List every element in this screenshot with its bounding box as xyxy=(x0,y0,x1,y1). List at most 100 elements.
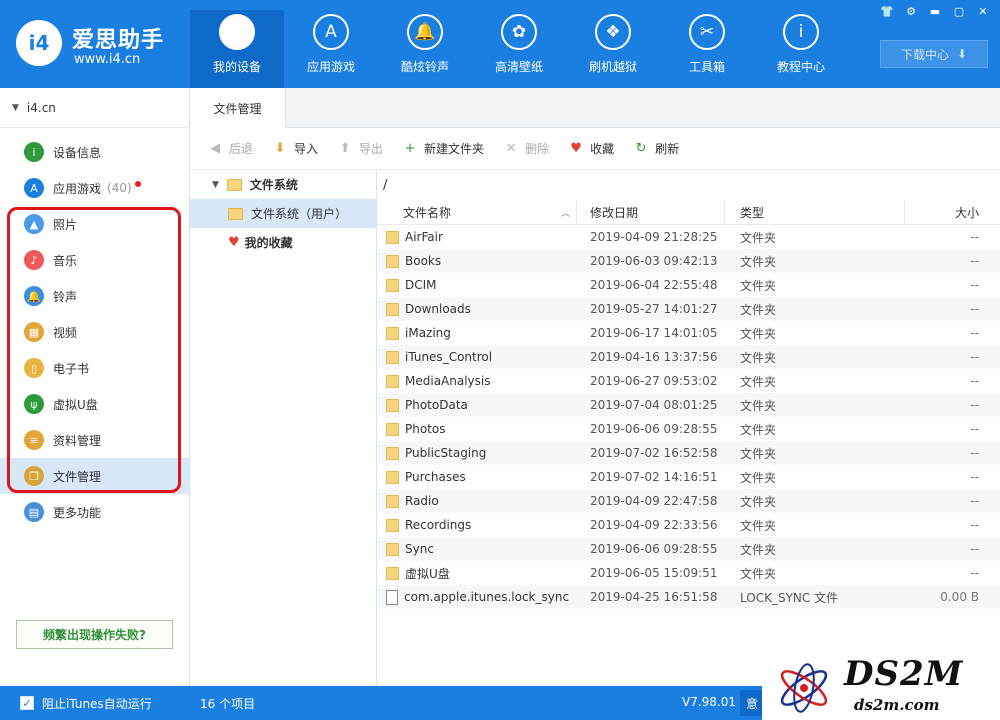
maximize-icon[interactable]: ▢ xyxy=(948,2,970,20)
sidebar-item-1[interactable]: A 应用游戏 (40) xyxy=(0,170,189,206)
cell-type: 文件夹 xyxy=(740,494,777,509)
skin-icon[interactable]: 👕 xyxy=(876,2,898,20)
table-row[interactable]: Books 2019-06-03 09:42:13 文件夹 -- xyxy=(377,249,1000,273)
download-icon: ⬇ xyxy=(956,47,968,61)
folder-icon xyxy=(386,350,399,364)
sidebar-item-10[interactable]: ▤ 更多功能 xyxy=(0,494,189,530)
logo-url: www.i4.cn xyxy=(74,52,141,67)
toolbar-button-0[interactable]: ◀ 后退 xyxy=(206,140,253,158)
cell-size: -- xyxy=(970,518,979,532)
current-path: / xyxy=(383,177,388,193)
minimize-icon[interactable]: ▬ xyxy=(924,2,946,20)
item-count: 16 个项目 xyxy=(200,697,256,711)
toolbar-button-6[interactable]: ↻ 刷新 xyxy=(632,140,679,158)
column-header-date[interactable]: 修改日期 xyxy=(577,199,725,225)
cell-type: 文件夹 xyxy=(740,542,777,557)
toolbar-button-label: 导出 xyxy=(359,142,384,156)
back-icon: ◀ xyxy=(210,141,220,156)
cell-name: iMazing xyxy=(377,321,577,345)
sidebar-item-2[interactable]: ▲ 照片 xyxy=(0,206,189,242)
folder-icon xyxy=(226,178,242,191)
sidebar-item-3[interactable]: ♪ 音乐 xyxy=(0,242,189,278)
sidebar-item-8[interactable]: ≡ 资料管理 xyxy=(0,422,189,458)
nav-tab-label: 刷机越狱 xyxy=(588,60,637,74)
cell-type: 文件夹 xyxy=(740,422,777,437)
table-row[interactable]: PublicStaging 2019-07-02 16:52:58 文件夹 -- xyxy=(377,441,1000,465)
table-row[interactable]: Purchases 2019-07-02 14:16:51 文件夹 -- xyxy=(377,465,1000,489)
table-row[interactable]: Sync 2019-06-06 09:28:55 文件夹 -- xyxy=(377,537,1000,561)
folder-icon xyxy=(386,566,399,580)
close-icon[interactable]: ✕ xyxy=(972,2,994,20)
column-header-type[interactable]: 类型 xyxy=(725,199,905,225)
bell-icon: 🔔 xyxy=(407,14,443,50)
file-toolbar: ◀ 后退 ⬇ 导入 ⬆ 导出 + 新建文件夹 ✕ 删除 ♥ 收藏 ↻ 刷新 xyxy=(190,128,1000,170)
download-center-button[interactable]: 下载中心 ⬇ xyxy=(880,40,988,68)
folder-icon xyxy=(386,446,399,460)
cell-type: 文件夹 xyxy=(740,230,777,245)
table-row[interactable]: PhotoData 2019-07-04 08:01:25 文件夹 -- xyxy=(377,393,1000,417)
sort-asc-icon: ︿ xyxy=(560,208,570,219)
toolbar-button-label: 导入 xyxy=(294,142,319,156)
cell-size: -- xyxy=(970,326,979,340)
table-row[interactable]: com.apple.itunes.lock_sync 2019-04-25 16:… xyxy=(377,585,1000,609)
feedback-button[interactable]: 意 xyxy=(740,690,764,716)
sidebar-item-9[interactable]: ❐ 文件管理 xyxy=(0,458,189,494)
window-controls: 👕 ⚙ ▬ ▢ ✕ xyxy=(876,2,994,20)
table-row[interactable]: Photos 2019-06-06 09:28:55 文件夹 -- xyxy=(377,417,1000,441)
tree-favorites-label: 我的收藏 xyxy=(244,236,293,250)
nav-tab-1[interactable]: A 应用游戏 xyxy=(284,10,378,88)
device-selector[interactable]: ▼ i4.cn xyxy=(0,88,189,128)
table-row[interactable]: Radio 2019-04-09 22:47:58 文件夹 -- xyxy=(377,489,1000,513)
file-name: iTunes_Control xyxy=(405,350,493,364)
cell-date: 2019-04-09 22:33:56 xyxy=(590,518,718,532)
app-logo: i4 爱思助手 www.i4.cn xyxy=(16,14,186,74)
tab-file-manager[interactable]: 文件管理 xyxy=(190,88,286,129)
table-row[interactable]: MediaAnalysis 2019-06-27 09:53:02 文件夹 -- xyxy=(377,369,1000,393)
nav-tab-2[interactable]: 🔔 酷炫铃声 xyxy=(378,10,472,88)
sidebar-item-label: 照片 xyxy=(53,217,78,232)
music-icon: ♪ xyxy=(24,250,44,270)
toolbar-button-5[interactable]: ♥ 收藏 xyxy=(567,140,614,158)
cell-name: Sync xyxy=(377,537,577,561)
book-icon: ▯ xyxy=(24,358,44,378)
tree-item-user-filesystem[interactable]: 文件系统（用户） xyxy=(190,199,376,228)
cell-type: 文件夹 xyxy=(740,374,777,389)
cell-type: 文件夹 xyxy=(740,398,777,413)
cell-name: PhotoData xyxy=(377,393,577,417)
sidebar-item-7[interactable]: ψ 虚拟U盘 xyxy=(0,386,189,422)
column-header-size[interactable]: 大小 xyxy=(905,200,1000,225)
tree-item-favorites[interactable]: ♥ 我的收藏 xyxy=(190,228,376,257)
sidebar-item-5[interactable]: ▦ 视频 xyxy=(0,314,189,350)
toolbar-button-4[interactable]: ✕ 删除 xyxy=(502,140,549,158)
sidebar-item-4[interactable]: 🔔 铃声 xyxy=(0,278,189,314)
cell-date: 2019-05-27 14:01:27 xyxy=(590,302,718,316)
table-row[interactable]: DCIM 2019-06-04 22:55:48 文件夹 -- xyxy=(377,273,1000,297)
toolbar-button-2[interactable]: ⬆ 导出 xyxy=(336,140,383,158)
column-header-name[interactable]: 文件名称 ︿ xyxy=(377,199,577,225)
cell-name: Photos xyxy=(377,417,577,441)
cell-date: 2019-04-09 21:28:25 xyxy=(590,230,718,244)
sidebar-item-label: 视频 xyxy=(53,325,78,340)
table-row[interactable]: AirFair 2019-04-09 21:28:25 文件夹 -- xyxy=(377,225,1000,249)
tree-root-filesystem[interactable]: ▼ 文件系统 xyxy=(190,170,376,199)
table-row[interactable]: Downloads 2019-05-27 14:01:27 文件夹 -- xyxy=(377,297,1000,321)
toolbar-button-3[interactable]: + 新建文件夹 xyxy=(401,140,484,158)
nav-tab-4[interactable]: ❖ 刷机越狱 xyxy=(566,10,660,88)
folder-icon xyxy=(386,302,399,316)
folder-icon xyxy=(386,542,399,556)
settings-icon[interactable]: ⚙ xyxy=(900,2,922,20)
nav-tab-3[interactable]: ✿ 高清壁纸 xyxy=(472,10,566,88)
sidebar-item-0[interactable]: i 设备信息 xyxy=(0,134,189,170)
table-row[interactable]: Recordings 2019-04-09 22:33:56 文件夹 -- xyxy=(377,513,1000,537)
sidebar-item-label: 虚拟U盘 xyxy=(53,397,98,412)
block-itunes-checkbox[interactable]: ✓ xyxy=(20,696,34,710)
nav-tab-6[interactable]: i 教程中心 xyxy=(754,10,848,88)
toolbar-button-1[interactable]: ⬇ 导入 xyxy=(271,140,318,158)
table-row[interactable]: iTunes_Control 2019-04-16 13:37:56 文件夹 -- xyxy=(377,345,1000,369)
sidebar-item-6[interactable]: ▯ 电子书 xyxy=(0,350,189,386)
operation-failure-help-button[interactable]: 频繁出现操作失败? xyxy=(16,620,173,649)
table-row[interactable]: 虚拟U盘 2019-06-05 15:09:51 文件夹 -- xyxy=(377,561,1000,585)
nav-tab-0[interactable]: 我的设备 xyxy=(190,10,284,88)
nav-tab-5[interactable]: ✂ 工具箱 xyxy=(660,10,754,88)
table-row[interactable]: iMazing 2019-06-17 14:01:05 文件夹 -- xyxy=(377,321,1000,345)
